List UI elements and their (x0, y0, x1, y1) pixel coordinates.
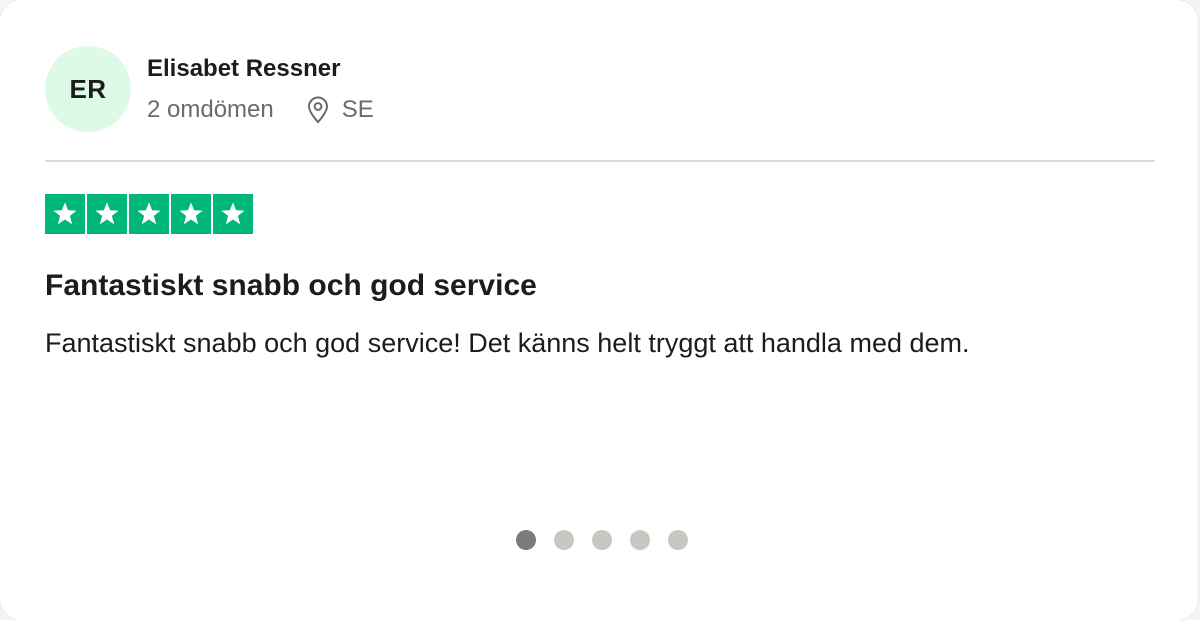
star-icon (53, 202, 77, 225)
carousel-pagination (516, 530, 688, 550)
star-5 (213, 194, 253, 234)
reviewer-info: Elisabet Ressner 2 omdömen SE (147, 54, 374, 124)
star-icon (95, 202, 119, 225)
pagination-dot-3[interactable] (592, 530, 612, 550)
pagination-dot-4[interactable] (630, 530, 650, 550)
star-icon (179, 202, 203, 225)
star-rating (45, 194, 253, 234)
divider (45, 160, 1155, 162)
location-pin-icon (306, 96, 330, 124)
pagination-dot-1[interactable] (516, 530, 536, 550)
reviewer-header: ER Elisabet Ressner 2 omdömen SE (45, 45, 374, 133)
review-count: 2 omdömen (147, 96, 274, 123)
reviewer-meta: 2 omdömen SE (147, 96, 374, 124)
star-2 (87, 194, 127, 234)
reviewer-location: SE (306, 96, 374, 124)
review-title: Fantastiskt snabb och god service (45, 269, 537, 302)
pagination-dot-2[interactable] (554, 530, 574, 550)
star-icon (137, 202, 161, 225)
star-3 (129, 194, 169, 234)
reviewer-name[interactable]: Elisabet Ressner (147, 54, 374, 84)
review-body: Fantastiskt snabb och god service! Det k… (45, 328, 970, 358)
review-card: ER Elisabet Ressner 2 omdömen SE Fantast… (0, 0, 1198, 620)
reviewer-country: SE (341, 96, 374, 123)
pagination-dot-5[interactable] (668, 530, 688, 550)
star-1 (45, 194, 85, 234)
star-icon (221, 202, 245, 225)
star-4 (171, 194, 211, 234)
avatar: ER (45, 46, 131, 132)
